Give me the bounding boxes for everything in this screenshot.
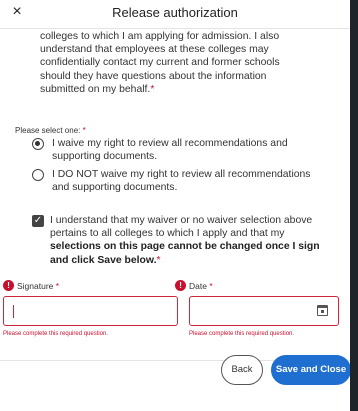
error-icon: !: [175, 280, 186, 291]
intro-line: colleges to which I am applying for admi…: [40, 31, 280, 42]
calendar-icon[interactable]: [317, 305, 328, 316]
required-asterisk: *: [150, 83, 155, 95]
date-input[interactable]: [189, 296, 339, 326]
signature-error-message: Please complete this required question.: [3, 331, 109, 337]
back-button[interactable]: Back: [221, 355, 263, 385]
select-one-prompt: Please select one: *: [15, 126, 86, 135]
dialog-header: × Release authorization: [0, 0, 350, 29]
signature-label: ! Signature *: [3, 280, 59, 291]
release-authorization-dialog: × Release authorization colleges to whic…: [0, 0, 350, 411]
save-and-close-button[interactable]: Save and Close: [271, 355, 350, 385]
intro-line: confidentially contact my current and fo…: [40, 57, 280, 69]
intro-line: understand that employees at these colle…: [40, 44, 269, 56]
acknowledge-checkbox[interactable]: ✓: [32, 215, 44, 227]
text-cursor: [13, 305, 14, 318]
date-error-message: Please complete this required question.: [189, 331, 295, 337]
required-asterisk: *: [156, 254, 161, 266]
intro-text: colleges to which I am applying for admi…: [40, 30, 340, 96]
intro-line: submitted on my behalf.*: [40, 83, 155, 95]
page-backdrop: [350, 0, 358, 411]
acknowledge-checkbox-row[interactable]: ✓ I understand that my waiver or no waiv…: [32, 214, 338, 267]
radio-label-waive: I waive my right to review all recommend…: [52, 138, 288, 163]
radio-option-waive[interactable]: I waive my right to review all recommend…: [32, 137, 338, 163]
signature-input[interactable]: [3, 296, 178, 326]
radio-button-selected[interactable]: [32, 138, 44, 150]
dialog-title: Release authorization: [112, 5, 238, 20]
radio-button-unselected[interactable]: [32, 169, 44, 181]
radio-option-do-not-waive[interactable]: I DO NOT waive my right to review all re…: [32, 168, 338, 194]
date-label: ! Date *: [175, 280, 213, 291]
error-icon: !: [3, 280, 14, 291]
radio-label-do-not-waive: I DO NOT waive my right to review all re…: [52, 169, 311, 194]
required-asterisk: *: [82, 126, 86, 135]
acknowledge-label: I understand that my waiver or no waiver…: [50, 215, 320, 266]
intro-line: should they have questions about the inf…: [40, 70, 267, 82]
